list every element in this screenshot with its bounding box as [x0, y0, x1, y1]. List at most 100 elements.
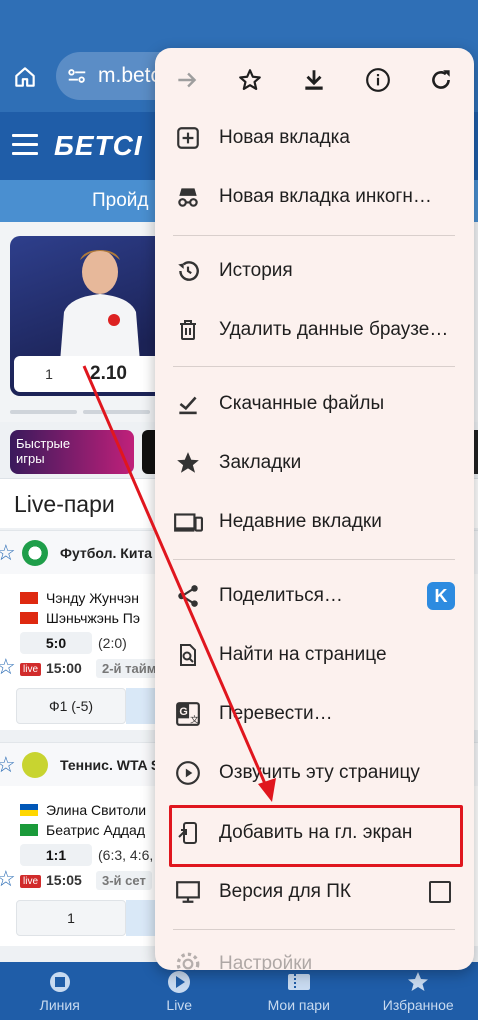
menu-item-label: Озвучить эту страницу — [219, 762, 420, 783]
menu-item-label: Новая вкладка инкогн… — [219, 186, 432, 207]
match-period: 3-й сет — [96, 871, 152, 890]
menu-item-label: История — [219, 260, 293, 281]
menu-item-translate[interactable]: G文 Перевести… — [155, 686, 474, 742]
menu-item-label: Удалить данные браузе… — [219, 319, 449, 340]
share-target-badge[interactable]: K — [427, 582, 455, 610]
new-tab-icon — [173, 123, 203, 153]
ticket-icon — [286, 970, 312, 994]
sport-name: Футбол. Кита — [60, 544, 153, 561]
reload-button[interactable] — [425, 64, 457, 96]
menu-item-bookmarks[interactable]: Закладки — [155, 435, 474, 491]
odd-value: 2.10 — [90, 363, 127, 384]
incognito-icon — [173, 182, 203, 212]
menu-item-desktop-site[interactable]: Версия для ПК — [155, 864, 474, 920]
menu-item-label: Закладки — [219, 452, 302, 473]
highlight-box — [169, 805, 463, 867]
history-icon — [173, 256, 203, 286]
download-button[interactable] — [298, 64, 330, 96]
menu-item-clear-data[interactable]: Удалить данные браузе… — [155, 302, 474, 358]
forward-button[interactable] — [171, 64, 203, 96]
desktop-site-checkbox[interactable] — [429, 881, 451, 903]
home-icon — [15, 67, 35, 87]
menu-divider — [173, 235, 455, 236]
score-detail: (6:3, 4:6, — [98, 847, 154, 863]
menu-item-recent-tabs[interactable]: Недавние вкладки — [155, 494, 474, 550]
bookmark-star-icon — [239, 69, 261, 90]
sport-name: Теннис. WTA S — [60, 756, 161, 773]
menu-item-label: Скачанные файлы — [219, 393, 385, 414]
score-detail: (2:0) — [98, 635, 127, 651]
menu-item-share[interactable]: Поделиться… K — [155, 568, 474, 624]
nav-live[interactable]: Live — [120, 962, 240, 1020]
menu-item-label: Найти на странице — [219, 644, 387, 665]
menu-item-label: Недавние вкладки — [219, 511, 382, 532]
menu-item-read-aloud[interactable]: Озвучить эту страницу — [155, 745, 474, 801]
menu-item-settings[interactable]: Настройки — [155, 936, 474, 970]
match-favorite-star-icon[interactable]: ☆ — [0, 654, 16, 680]
promo-text: Пройд — [92, 190, 149, 211]
download-icon — [305, 70, 323, 90]
live-title: Live-пари — [14, 491, 115, 517]
team1: Элина Свитоли — [20, 802, 146, 818]
page-info-button[interactable] — [362, 64, 394, 96]
site-logo[interactable]: БЕТСІ — [54, 130, 143, 162]
match-time: 15:00 — [46, 660, 82, 676]
team2: Беатрис Аддад — [20, 822, 145, 838]
menu-item-history[interactable]: История — [155, 243, 474, 299]
football-icon — [22, 539, 48, 566]
nav-my-bets[interactable]: Мои пари — [239, 962, 359, 1020]
info-icon — [366, 68, 390, 92]
favorite-star-icon[interactable]: ☆ — [0, 540, 16, 566]
menu-item-new-tab[interactable]: Новая вкладка — [155, 110, 474, 166]
menu-divider — [173, 929, 455, 930]
menu-divider — [173, 366, 455, 367]
home-button[interactable] — [10, 62, 40, 92]
menu-item-incognito[interactable]: Новая вкладка инкогн… — [155, 169, 474, 225]
downloads-icon — [173, 389, 203, 419]
desktop-icon — [173, 877, 203, 907]
forward-icon — [178, 72, 197, 88]
svg-text:文: 文 — [190, 714, 199, 726]
bookmark-button[interactable] — [234, 64, 266, 96]
menu-item-find[interactable]: Найти на странице — [155, 627, 474, 683]
menu-item-label: Настройки — [219, 953, 313, 970]
reload-icon — [432, 70, 450, 89]
menu-item-label: Поделиться… — [219, 585, 343, 606]
flag-br-icon — [20, 824, 38, 836]
fast-games-label: Быстрые игры — [16, 436, 71, 466]
player-image — [60, 250, 140, 362]
menu-item-downloads[interactable]: Скачанные файлы — [155, 376, 474, 432]
menu-item-label: Новая вкладка — [219, 127, 350, 148]
menu-divider — [173, 559, 455, 560]
url-text: m.betc — [98, 64, 162, 87]
bet-button[interactable]: 1 — [16, 900, 126, 936]
menu-hamburger-icon[interactable] — [12, 134, 38, 156]
live-badge: live — [20, 875, 42, 888]
nav-line[interactable]: Линия — [0, 962, 120, 1020]
line-icon — [48, 970, 72, 994]
carousel-indicator — [10, 410, 150, 414]
favorite-star-icon[interactable]: ☆ — [0, 752, 16, 778]
translate-icon: G文 — [173, 699, 203, 729]
banner-odds[interactable]: 1 2.10 — [14, 356, 176, 392]
team2: Шэньчжэнь Пэ — [20, 610, 140, 626]
nav-favorites[interactable]: Избранное — [359, 962, 478, 1020]
devices-icon — [173, 507, 203, 537]
live-badge: live — [20, 663, 42, 676]
flag-ua-icon — [20, 804, 38, 816]
menu-toolbar — [155, 48, 474, 112]
match-favorite-star-icon[interactable]: ☆ — [0, 866, 16, 892]
tune-icon[interactable] — [66, 65, 88, 87]
odd-label: 1 — [45, 366, 53, 382]
fast-games-tile[interactable]: Быстрые игры — [10, 430, 134, 474]
flag-cn-icon — [20, 592, 38, 604]
read-aloud-icon — [173, 758, 203, 788]
share-icon — [173, 581, 203, 611]
settings-icon — [173, 949, 203, 970]
menu-item-label: Перевести… — [219, 703, 333, 724]
bottom-nav: Линия Live Мои пари Избранное — [0, 962, 478, 1020]
bet-button[interactable]: Ф1 (-5) — [16, 688, 126, 724]
screen: m.betc БЕТСІ Пройд 1 2.10 Быстрые игры L… — [0, 0, 478, 1020]
tile-partial[interactable] — [142, 430, 156, 474]
match-time: 15:05 — [46, 872, 82, 888]
